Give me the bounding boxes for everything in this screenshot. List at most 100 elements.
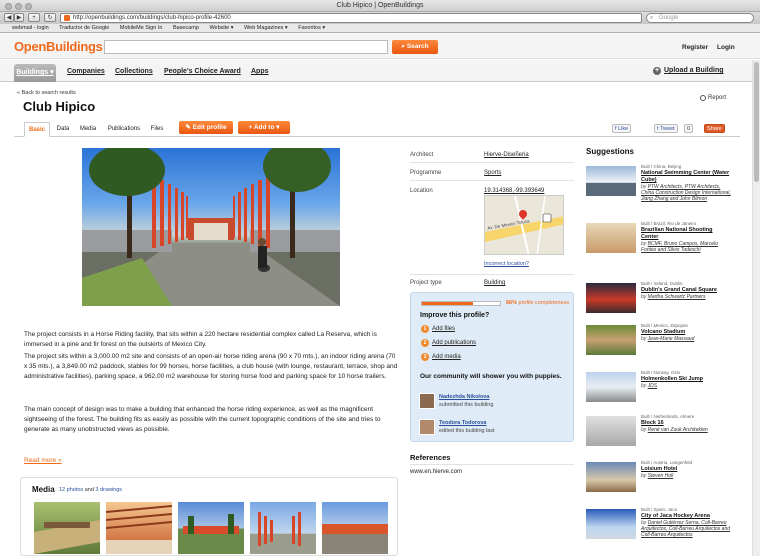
suggestion-author-link[interactable]: Daniel Gutiérrez Serna, Coll-Barreu Arqu… (641, 520, 730, 538)
register-link[interactable]: Register (682, 44, 708, 51)
suggestion-name-link[interactable]: Volcano Stadium (641, 329, 731, 336)
nav-apps[interactable]: Apps (251, 68, 269, 75)
site-logo[interactable]: OpenBuildings (14, 39, 103, 54)
media-thumbnail[interactable] (34, 502, 100, 554)
suggestion-item[interactable]: Built / Ireland, Dublin Dublin's Grand Ca… (586, 281, 726, 327)
suggestion-thumbnail[interactable] (586, 325, 636, 355)
photos-link[interactable]: 12 photos (59, 487, 83, 493)
facebook-like-button[interactable]: f Like (612, 124, 632, 133)
reference-link[interactable]: www.en.hierve.com (410, 469, 462, 475)
forward-arrow-icon[interactable]: ▶ (14, 13, 24, 22)
drawings-link[interactable]: 3 drawings (95, 487, 122, 493)
back-arrow-icon[interactable]: ◀ (4, 13, 14, 22)
suggestion-thumbnail[interactable] (586, 283, 636, 313)
site-search-input[interactable] (104, 40, 388, 54)
location-map[interactable]: Av. De Mexico Toluca (484, 195, 564, 255)
contributor-name[interactable]: Teodora Todorova (439, 420, 486, 426)
media-thumbnail[interactable] (322, 502, 388, 554)
site-search-button[interactable]: ⌕ Search (392, 40, 438, 54)
programme-label: Programme (410, 170, 442, 176)
suggestion-author-link[interactable]: PTW Architects, PTW Architects, China Co… (641, 184, 731, 202)
suggestion-item[interactable]: Built / Netherlands, Almere Block 16 by Re… (586, 414, 726, 460)
tab-media[interactable]: Media (77, 122, 99, 137)
nav-companies[interactable]: Companies (67, 68, 105, 75)
project-type-link[interactable]: Building (484, 280, 505, 286)
add-files-link[interactable]: Add files (432, 326, 455, 332)
suggestion-author-link[interactable]: Steven Holl (648, 473, 674, 479)
suggestion-item[interactable]: Built / Mexico, Zapopan Volcano Stadium by… (586, 323, 726, 369)
zoom-window-button[interactable] (25, 3, 32, 10)
avatar[interactable] (419, 393, 435, 409)
add-media-link[interactable]: Add media (432, 354, 461, 360)
suggestion-thumbnail[interactable] (586, 416, 636, 446)
add-bookmark-icon[interactable]: + (28, 13, 40, 22)
suggestion-name-link[interactable]: Loisium Hotel (641, 466, 731, 473)
nav-collections[interactable]: Collections (115, 68, 153, 75)
suggestion-author-link[interactable]: René van Zuuk Architekten (648, 427, 708, 433)
add-to-button[interactable]: + Add to ▾ (238, 121, 290, 134)
suggestion-name-link[interactable]: City of Jaca Hockey Arena (641, 513, 731, 520)
bookmark-item[interactable]: Favoritos ▾ (298, 25, 325, 31)
bookmark-item[interactable]: Basecamp (173, 25, 199, 31)
suggestion-name-link[interactable]: Block 16 (641, 420, 731, 427)
suggestion-item[interactable]: Built / Norway, Oslo Holmenkollen Ski Jum… (586, 370, 726, 416)
bookmark-item[interactable]: Website ▾ (209, 25, 233, 31)
suggestion-thumbnail[interactable] (586, 509, 636, 539)
add-publications-link[interactable]: Add publications (432, 340, 476, 346)
bookmark-item[interactable]: Web Magazines ▾ (244, 25, 288, 31)
nav-peoples-choice[interactable]: People's Choice Award (164, 68, 241, 75)
reload-icon[interactable]: ↻ (44, 13, 56, 22)
suggestion-author-link[interactable]: JDS (648, 383, 657, 389)
suggestion-thumbnail[interactable] (586, 372, 636, 402)
browser-search-field[interactable]: ⌕ Google (646, 13, 754, 23)
suggestion-item[interactable]: Built / Austria, Langenfeld Loisium Hotel… (586, 460, 726, 506)
improve-item[interactable]: 2 Add publications (421, 339, 476, 347)
suggestion-author-link[interactable]: BCMF, Bruno Campos, Marcelo Fontes and S… (641, 241, 718, 253)
suggestion-item[interactable]: Built / Brazil, Rio de Janeiro Brazilian … (586, 221, 726, 267)
contributor-name[interactable]: Nadezhda Nikolova (439, 394, 489, 400)
suggestion-thumbnail[interactable] (586, 462, 636, 492)
improve-item[interactable]: 3 Add media (421, 353, 461, 361)
suggestion-author-link[interactable]: Martha Schwartz Partners (648, 294, 706, 300)
tab-data[interactable]: Data (54, 122, 72, 137)
suggestion-item[interactable]: Built / Spain, Jaca City of Jaca Hockey A… (586, 507, 730, 553)
suggestion-name-link[interactable]: National Swimming Center (Water Cube) (641, 170, 731, 184)
close-window-button[interactable] (5, 3, 12, 10)
tab-files[interactable]: Files (148, 122, 166, 137)
login-link[interactable]: Login (717, 44, 735, 51)
avatar[interactable] (419, 419, 435, 435)
suggestion-thumbnail[interactable] (586, 223, 636, 253)
tweet-button[interactable]: t Tweet (654, 124, 678, 133)
minimize-window-button[interactable] (15, 3, 22, 10)
read-more-link[interactable]: Read more » (24, 457, 62, 464)
back-to-results-link[interactable]: « Back to search results (17, 90, 76, 96)
suggestion-item[interactable]: Built / China, Beijing National Swimming … (586, 164, 731, 210)
suggestion-thumbnail[interactable] (586, 166, 636, 196)
suggestion-name-link[interactable]: Brazilian National Shooting Center (641, 227, 731, 241)
scrollbar-thumb[interactable] (754, 62, 759, 182)
suggestion-name-link[interactable]: Holmenkollen Ski Jump (641, 376, 731, 383)
suggestion-author-link[interactable]: Jean-Marie Massaud (648, 336, 695, 342)
edit-profile-button[interactable]: ✎ Edit profile (179, 121, 233, 134)
tab-basic[interactable]: Basic (24, 122, 50, 137)
media-thumbnail[interactable] (250, 502, 316, 554)
incorrect-location-link[interactable]: Incorrect location? (484, 261, 529, 267)
programme-link[interactable]: Sports (484, 170, 501, 176)
upload-building-link[interactable]: + Upload a Building (653, 67, 724, 75)
architect-link[interactable]: Hierve-Diseñeria (484, 152, 529, 158)
suggestion-name-link[interactable]: Dublin's Grand Canal Square (641, 287, 731, 294)
media-thumbnail[interactable] (106, 502, 172, 554)
nav-buildings[interactable]: Buildings ▾ (14, 64, 56, 82)
url-field[interactable]: http://openbuildings.com/buildings/club-… (60, 13, 642, 23)
share-button[interactable]: Share (704, 124, 725, 133)
bookmark-item[interactable]: Traductor de Google (59, 25, 109, 31)
improve-item[interactable]: 1 Add files (421, 325, 455, 333)
tab-publications[interactable]: Publications (104, 122, 144, 137)
bookmark-item[interactable]: MobileMe Sign In (120, 25, 163, 31)
page-scrollbar[interactable] (752, 60, 760, 556)
bookmark-item[interactable]: webmail - login (12, 25, 49, 31)
building-hero-image[interactable] (82, 148, 340, 306)
media-thumbnail[interactable] (178, 502, 244, 554)
report-link[interactable]: Report (700, 95, 726, 101)
location-link[interactable]: 19.314368,-99.393649 (484, 188, 544, 194)
